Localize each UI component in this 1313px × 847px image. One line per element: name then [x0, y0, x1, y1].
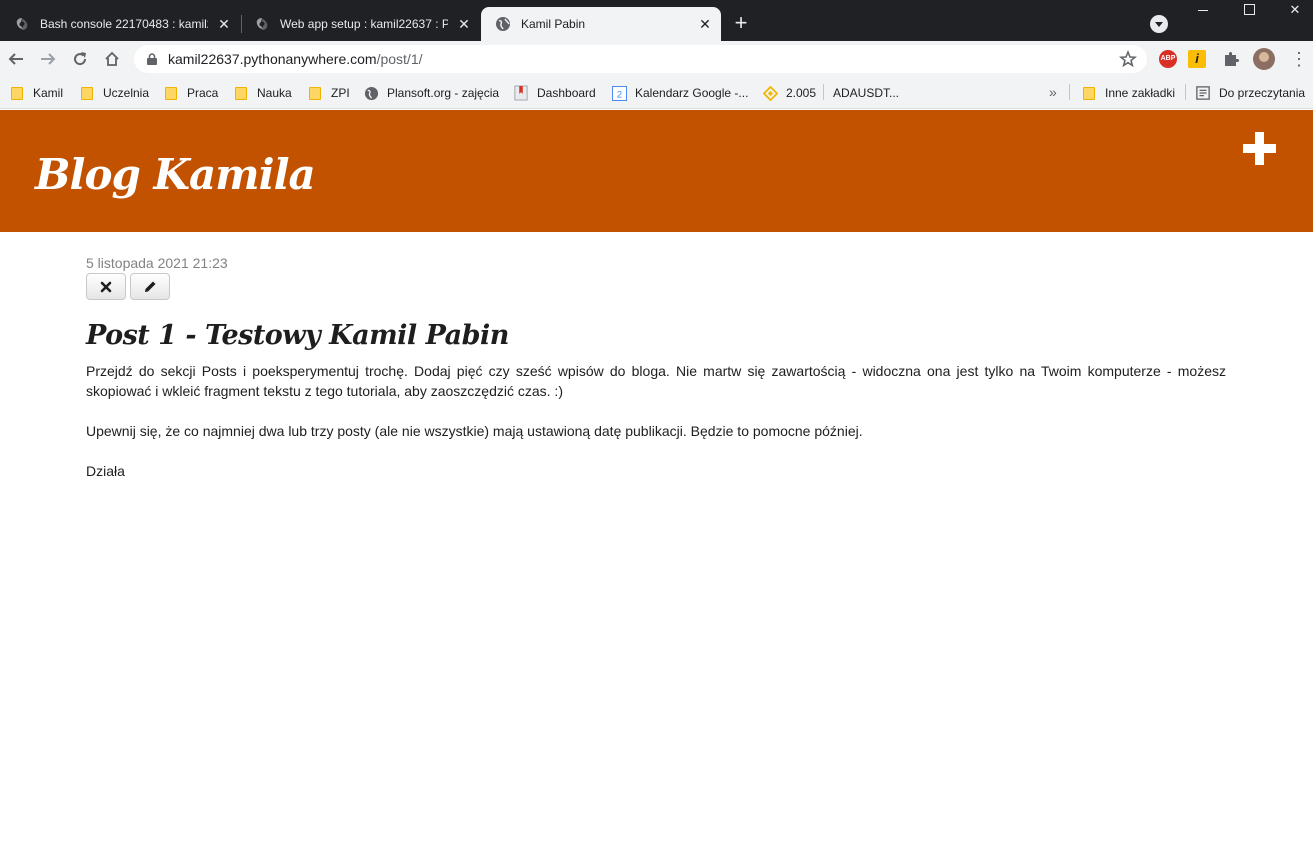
- tab-strip: Bash console 22170483 : kamil22637 : Pyt…: [0, 0, 1313, 41]
- forward-button[interactable]: [36, 47, 60, 71]
- tab-close-icon[interactable]: ✕: [216, 16, 232, 32]
- bookmark-label: Plansoft.org - zajęcia: [387, 86, 500, 100]
- add-post-icon[interactable]: [1243, 132, 1276, 165]
- globe-icon: [363, 85, 379, 101]
- bookmark-item[interactable]: ZPI: [307, 84, 350, 102]
- tab-search-icon[interactable]: [1150, 15, 1168, 33]
- blog-title-link[interactable]: Blog Kamila: [35, 150, 316, 199]
- tab-web-app-setup[interactable]: Web app setup : kamil22637 : PythonAnywh…: [240, 7, 480, 41]
- tab-title: Kamil Pabin: [521, 17, 586, 31]
- bookmark-label: Do przeczytania: [1219, 86, 1306, 100]
- globe-icon: [496, 17, 510, 31]
- google-calendar-icon: 2: [611, 85, 627, 101]
- i-extension-icon[interactable]: i: [1188, 50, 1206, 68]
- post-actions: [86, 273, 1226, 300]
- bookmark-label: Kamil: [33, 86, 64, 100]
- reading-list-icon: [1195, 85, 1211, 101]
- browser-toolbar: kamil22637.pythonanywhere.com/post/1/ AB…: [0, 41, 1313, 77]
- tab-close-icon[interactable]: ✕: [697, 16, 713, 32]
- new-tab-button[interactable]: +: [729, 12, 753, 36]
- address-bar[interactable]: kamil22637.pythonanywhere.com/post/1/: [134, 45, 1147, 73]
- binance-icon: [762, 85, 778, 101]
- remove-icon: [100, 281, 112, 292]
- bookmark-divider: [1185, 84, 1186, 100]
- home-button[interactable]: [100, 47, 124, 71]
- maximize-window-button[interactable]: [1226, 0, 1272, 20]
- delete-post-button[interactable]: [86, 273, 126, 300]
- folder-icon: [233, 85, 249, 101]
- tab-kamil-pabin[interactable]: Kamil Pabin ✕: [481, 7, 721, 41]
- page-header: Blog Kamila: [0, 110, 1313, 232]
- bookmark-item[interactable]: Praca: [163, 84, 218, 102]
- reload-button[interactable]: [68, 47, 92, 71]
- bookmark-item[interactable]: Dashboard: [513, 84, 596, 102]
- back-button[interactable]: [4, 47, 28, 71]
- folder-icon: [9, 85, 25, 101]
- bookmark-label: Uczelnia: [103, 86, 150, 100]
- bookmarks-bar: Kamil Uczelnia Praca Nauka ZPI Plansoft.…: [0, 77, 1313, 109]
- tab-title: Web app setup : kamil22637 : PythonAnywh…: [280, 17, 448, 31]
- reload-icon: [74, 52, 87, 66]
- pencil-icon: [145, 281, 156, 292]
- adblock-plus-icon[interactable]: ABP: [1159, 50, 1177, 68]
- bookmark-star-icon[interactable]: [1119, 50, 1137, 68]
- edit-post-button[interactable]: [130, 273, 170, 300]
- lock-icon: [147, 53, 157, 65]
- minimize-window-button[interactable]: [1180, 0, 1226, 20]
- bookmark-label: Dashboard: [537, 86, 596, 100]
- post-title: Post 1 - Testowy Kamil Pabin: [86, 320, 509, 351]
- pythonanywhere-icon: [16, 18, 28, 30]
- bookmark-item[interactable]: Nauka: [233, 84, 292, 102]
- url-path: /post/1/: [376, 51, 423, 67]
- folder-icon: [163, 85, 179, 101]
- bookmark-divider: [1069, 84, 1070, 100]
- arrow-left-icon: [8, 53, 23, 65]
- post-body: Przejdź do sekcji Posts i poeksperymentu…: [86, 361, 1226, 481]
- tab-close-icon[interactable]: ✕: [456, 16, 472, 32]
- bookmark-item[interactable]: ADAUSDT...: [833, 84, 899, 102]
- bookmark-divider: [823, 84, 824, 100]
- folder-icon: [1081, 85, 1097, 101]
- post-container: 5 listopada 2021 21:23 Post 1 - Testowy …: [86, 255, 1226, 501]
- bookmark-item[interactable]: Kamil: [9, 84, 63, 102]
- pythonanywhere-icon: [256, 18, 268, 30]
- svg-text:2: 2: [616, 89, 621, 99]
- bookmark-label: ADAUSDT...: [833, 86, 900, 100]
- profile-avatar[interactable]: [1253, 48, 1275, 70]
- bookmark-item[interactable]: 2.005: [762, 84, 816, 102]
- url-text: kamil22637.pythonanywhere.com/post/1/: [168, 51, 423, 67]
- chrome-menu-icon[interactable]: ⋮: [1290, 49, 1308, 69]
- bookmark-label: 2.005: [786, 86, 817, 100]
- bookmark-label: Inne zakładki: [1105, 86, 1176, 100]
- close-window-button[interactable]: ✕: [1272, 0, 1313, 20]
- bookmark-label: Nauka: [257, 86, 292, 100]
- reading-list[interactable]: Do przeczytania: [1195, 84, 1305, 102]
- bookmark-item[interactable]: Uczelnia: [79, 84, 149, 102]
- post-date: 5 listopada 2021 21:23: [86, 255, 228, 271]
- bookmark-label: Kalendarz Google -...: [635, 86, 749, 100]
- url-host: kamil22637.pythonanywhere.com: [168, 51, 377, 67]
- folder-icon: [79, 85, 95, 101]
- post-paragraph: Upewnij się, że co najmniej dwa lub trzy…: [86, 423, 863, 439]
- bookmark-item[interactable]: Plansoft.org - zajęcia: [363, 84, 499, 102]
- extensions-puzzle-icon[interactable]: [1222, 50, 1240, 68]
- tab-bash-console[interactable]: Bash console 22170483 : kamil22637 : Pyt…: [0, 7, 240, 41]
- bookmark-label: Praca: [187, 86, 219, 100]
- bookmark-label: ZPI: [331, 86, 350, 100]
- tab-title: Bash console 22170483 : kamil22637 : Pyt…: [40, 17, 208, 31]
- post-paragraph: Działa: [86, 463, 125, 479]
- other-bookmarks[interactable]: Inne zakładki: [1081, 84, 1175, 102]
- bookmark-item[interactable]: 2 Kalendarz Google -...: [611, 84, 748, 102]
- bookmarks-overflow-button[interactable]: »: [1049, 84, 1057, 100]
- post-paragraph: Przejdź do sekcji Posts i poeksperymentu…: [86, 363, 1226, 399]
- folder-icon: [307, 85, 323, 101]
- home-icon: [105, 51, 119, 66]
- arrow-right-icon: [41, 53, 56, 65]
- bookmark-red-icon: [513, 85, 529, 101]
